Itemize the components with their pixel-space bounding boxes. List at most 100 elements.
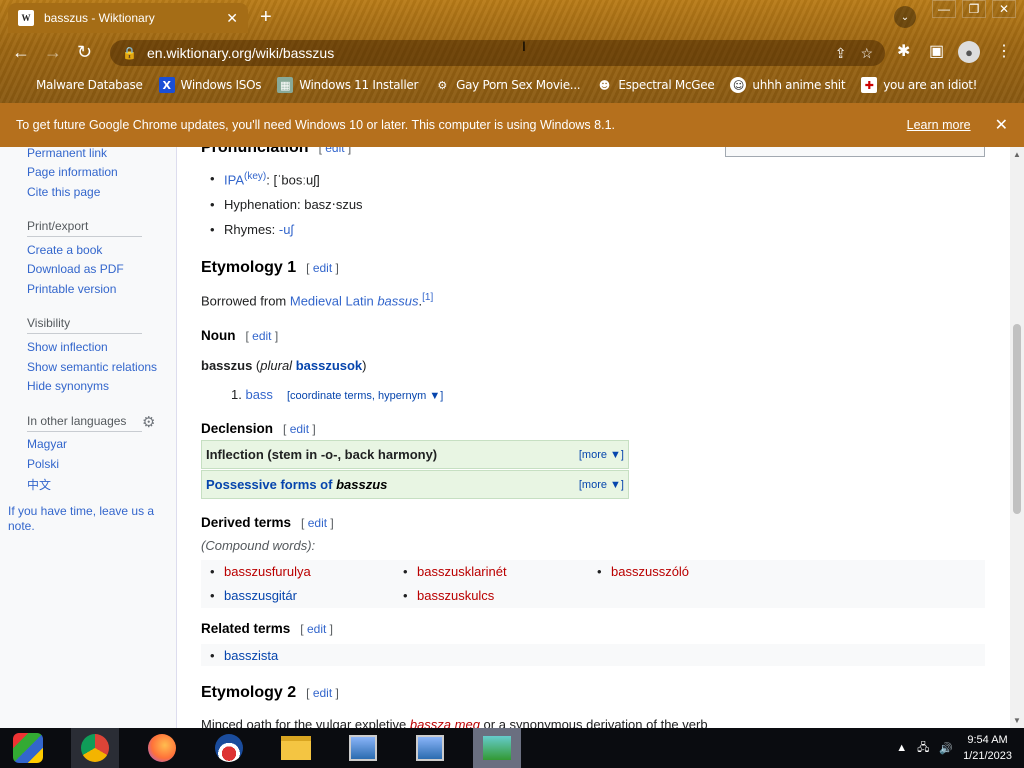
sidebar-languages-heading: In other languages: [27, 414, 142, 432]
chrome-icon[interactable]: [71, 728, 119, 768]
side-panel-icon[interactable]: ▣: [929, 41, 944, 61]
pronunciation-heading: Pronunciation[ edit ]: [201, 147, 351, 157]
bookmark-item[interactable]: Malware Database: [14, 77, 143, 93]
sidebar-item-show-inflection[interactable]: Show inflection: [27, 340, 108, 354]
derived-term-link[interactable]: basszuskulcs: [403, 588, 494, 603]
browser-tab[interactable]: W basszus - Wiktionary ✕: [8, 3, 248, 33]
volume-icon[interactable]: 🔊: [939, 742, 953, 755]
bookmark-item[interactable]: ⚙ Gay Porn Sex Movie...: [434, 77, 580, 93]
derived-term-link[interactable]: basszusszóló: [597, 564, 689, 579]
ipa-link[interactable]: IPA: [224, 172, 244, 187]
sidebar-item-show-semantic[interactable]: Show semantic relations: [27, 360, 157, 374]
bookmark-item[interactable]: ▦ Windows 11 Installer: [277, 77, 418, 93]
derived-term-link[interactable]: basszusgitár: [210, 588, 297, 603]
noun-heading: Noun[ edit ]: [201, 328, 279, 343]
bassza-meg-link[interactable]: bassza meg: [410, 717, 480, 728]
edit-link[interactable]: edit: [308, 516, 327, 530]
profile-avatar-icon[interactable]: ●: [958, 41, 980, 63]
edit-link[interactable]: edit: [313, 261, 332, 275]
share-icon[interactable]: ⇪: [835, 45, 847, 62]
edit-link[interactable]: edit: [290, 422, 309, 436]
close-window-icon[interactable]: ✕: [992, 0, 1016, 18]
sidebar-item-permanent-link[interactable]: Permanent link: [27, 147, 107, 160]
leave-note-link[interactable]: If you have time, leave us a note.: [8, 504, 173, 534]
tab-close-icon[interactable]: ✕: [226, 10, 238, 27]
windows-app-icon[interactable]: [4, 728, 52, 768]
sidebar-item-printable[interactable]: Printable version: [27, 282, 116, 296]
page-scrollbar[interactable]: ▲ ▼: [1010, 147, 1024, 728]
derived-term-link[interactable]: basszusklarinét: [403, 564, 507, 579]
bookmark-item[interactable]: ✚ you are an idiot!: [861, 77, 977, 93]
edit-link[interactable]: edit: [307, 622, 326, 636]
sidebar-item-cite[interactable]: Cite this page: [27, 185, 100, 199]
bass-link[interactable]: bass: [245, 387, 272, 402]
sidebar-item-create-book[interactable]: Create a book: [27, 243, 102, 257]
obama-icon[interactable]: [205, 728, 253, 768]
desktop-app-icon[interactable]: [473, 728, 521, 768]
network-app-icon[interactable]: [339, 728, 387, 768]
etymology-1-text: Borrowed from Medieval Latin bassus.[1]: [201, 292, 434, 309]
bookmark-item[interactable]: ☺ uhhh anime shit: [730, 77, 846, 93]
related-term-link[interactable]: basszista: [210, 648, 278, 663]
address-bar[interactable]: 🔒 en.wiktionary.org/wiki/basszus ⇪ ☆: [110, 40, 885, 66]
minimize-icon[interactable]: —: [932, 0, 956, 18]
etymology-2-heading: Etymology 2[ edit ]: [201, 684, 339, 701]
file-explorer-icon[interactable]: [272, 728, 320, 768]
bookmark-item[interactable]: ☻ Espectral McGee: [596, 77, 715, 93]
sidebar-print-heading: Print/export: [27, 219, 142, 237]
maximize-icon[interactable]: ❐: [962, 0, 986, 18]
rhymes-link[interactable]: -uʃ: [279, 222, 293, 237]
possessive-box[interactable]: Possessive forms of basszus [more ▼]: [201, 470, 629, 499]
tab-search-icon[interactable]: ⌄: [894, 6, 916, 28]
more-toggle[interactable]: [more ▼]: [579, 479, 624, 491]
gear-icon[interactable]: ⚙: [142, 413, 155, 431]
extensions-icon[interactable]: ✱: [897, 41, 910, 61]
face-icon: ☻: [598, 78, 610, 92]
scroll-down-icon[interactable]: ▼: [1013, 716, 1021, 725]
new-tab-icon[interactable]: +: [260, 6, 272, 29]
more-toggle[interactable]: [more ▼]: [579, 449, 624, 461]
network-icon[interactable]: 🖧: [917, 739, 929, 758]
sidebar-item-download-pdf[interactable]: Download as PDF: [27, 262, 124, 276]
url-text[interactable]: en.wiktionary.org/wiki/basszus: [147, 45, 821, 61]
etymology-1-heading: Etymology 1[ edit ]: [201, 259, 339, 276]
lock-icon[interactable]: 🔒: [122, 46, 137, 60]
infobar-close-icon[interactable]: ✕: [995, 115, 1008, 135]
ipa-key-link[interactable]: (key): [244, 171, 266, 182]
clock[interactable]: 9:54 AM 1/21/2023: [963, 732, 1012, 764]
sidebar: Permanent link Page information Cite thi…: [0, 147, 177, 728]
sidebar-item-polski[interactable]: Polski: [27, 457, 59, 471]
window-controls: — ❐ ✕: [932, 0, 1016, 18]
hyphenation-item: Hyphenation: basz‧szus: [210, 197, 363, 213]
menu-icon[interactable]: ⋮: [996, 41, 1012, 61]
sidebar-item-page-information[interactable]: Page information: [27, 165, 118, 179]
bookmark-star-icon[interactable]: ☆: [860, 45, 873, 62]
sidebar-item-chinese[interactable]: 中文: [27, 476, 51, 493]
clock-time: 9:54 AM: [967, 734, 1008, 746]
edit-link[interactable]: edit: [325, 147, 344, 155]
definition-1: 1. bass [coordinate terms, hypernym ▼]: [231, 387, 444, 402]
tray-expand-icon[interactable]: ▲: [896, 742, 907, 754]
reference-link[interactable]: [1]: [422, 292, 433, 303]
inflection-box[interactable]: Inflection (stem in -o-, back harmony) [m…: [201, 440, 629, 469]
plural-link[interactable]: basszusok: [296, 358, 362, 373]
reload-icon[interactable]: ↻: [77, 42, 92, 63]
back-icon[interactable]: ←: [12, 42, 30, 63]
scrollbar-thumb[interactable]: [1013, 324, 1021, 514]
scroll-up-icon[interactable]: ▲: [1013, 150, 1021, 159]
related-terms-heading: Related terms[ edit ]: [201, 621, 333, 636]
edit-link[interactable]: edit: [252, 329, 271, 343]
forward-icon[interactable]: →: [44, 42, 62, 63]
sidebar-item-hide-synonyms[interactable]: Hide synonyms: [27, 379, 109, 393]
derived-term-link[interactable]: basszusfurulya: [210, 564, 311, 579]
sidebar-item-magyar[interactable]: Magyar: [27, 437, 67, 451]
browser-chrome: W basszus - Wiktionary ✕ + ⌄ — ❐ ✕ ← → ↻…: [0, 0, 1024, 103]
firefox-icon[interactable]: [138, 728, 186, 768]
medieval-latin-link[interactable]: Medieval Latin: [290, 293, 374, 308]
edit-link[interactable]: edit: [313, 686, 332, 700]
learn-more-link[interactable]: Learn more: [907, 118, 971, 132]
coordinate-terms-toggle[interactable]: [coordinate terms, hypernym ▼]: [287, 390, 443, 402]
related-terms-list: basszista: [201, 644, 985, 666]
bookmark-item[interactable]: X Windows ISOs: [158, 77, 261, 93]
network-app-2-icon[interactable]: [406, 728, 454, 768]
